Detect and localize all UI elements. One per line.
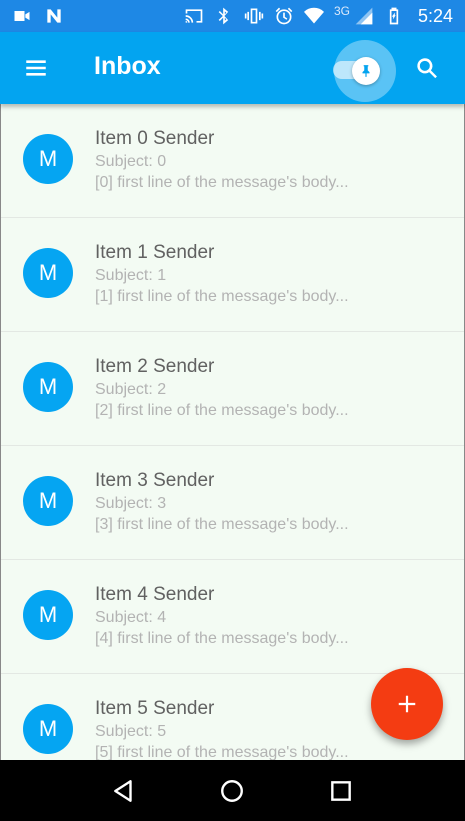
sender-name: Item 0 Sender [95,128,215,149]
message-snippet: [3] first line of the message's body... [95,516,349,533]
list-item[interactable]: M Item 0 Sender Subject: 0 [0] first lin… [1,104,464,218]
message-snippet: [5] first line of the message's body... [95,744,349,760]
message-subject: Subject: 3 [95,495,167,512]
message-snippet: [2] first line of the message's body... [95,402,349,419]
menu-icon [26,60,46,76]
list-item[interactable]: M Item 3 Sender Subject: 3 [3] first lin… [1,446,464,560]
compose-fab[interactable] [371,668,443,740]
sender-name: Item 5 Sender [95,698,215,719]
avatar: M [23,590,73,640]
message-subject: Subject: 4 [95,609,167,626]
cell-signal-icon [354,6,374,26]
message-subject: Subject: 2 [95,381,167,398]
recents-icon [330,780,351,801]
message-subject: Subject: 0 [95,153,167,170]
avatar: M [23,248,73,298]
message-subject: Subject: 5 [95,723,167,740]
message-snippet: [4] first line of the message's body... [95,630,349,647]
vibrate-icon [244,6,264,26]
video-camera-icon [12,6,32,26]
plus-icon [398,695,416,713]
sender-name: Item 3 Sender [95,470,215,491]
avatar: M [23,704,73,754]
wifi-icon [303,6,324,26]
list-item[interactable]: M Item 1 Sender Subject: 1 [1] first lin… [1,218,464,332]
search-button[interactable] [410,51,444,85]
cast-icon [184,6,204,26]
search-icon [417,58,437,79]
alarm-icon [274,6,294,26]
status-bar: 3G 5:24 [0,0,465,32]
message-list[interactable]: M Item 0 Sender Subject: 0 [0] first lin… [0,104,465,760]
system-nav-bar [0,760,465,821]
home-icon [221,779,244,802]
list-item[interactable]: M Item 4 Sender Subject: 4 [4] first lin… [1,560,464,674]
list-item[interactable]: M Item 2 Sender Subject: 2 [2] first lin… [1,332,464,446]
sender-name: Item 2 Sender [95,356,215,377]
pin-toggle[interactable] [352,57,380,85]
sender-name: Item 1 Sender [95,242,215,263]
back-icon [114,779,132,802]
message-subject: Subject: 1 [95,267,167,284]
pin-icon [362,65,370,77]
n-logo-icon [44,6,64,26]
app-bar: Inbox [0,32,465,104]
recents-button[interactable] [321,771,361,811]
message-snippet: [1] first line of the message's body... [95,288,349,305]
bluetooth-icon [214,6,234,26]
menu-button[interactable] [18,50,54,86]
network-type-label: 3G [333,4,350,18]
back-button[interactable] [104,771,144,811]
sender-name: Item 4 Sender [95,584,215,605]
avatar: M [23,362,73,412]
message-snippet: [0] first line of the message's body... [95,174,349,191]
battery-icon [384,6,404,26]
home-button[interactable] [212,771,252,811]
avatar: M [23,476,73,526]
page-title: Inbox [94,52,161,80]
status-clock: 5:24 [417,5,453,26]
avatar: M [23,134,73,184]
